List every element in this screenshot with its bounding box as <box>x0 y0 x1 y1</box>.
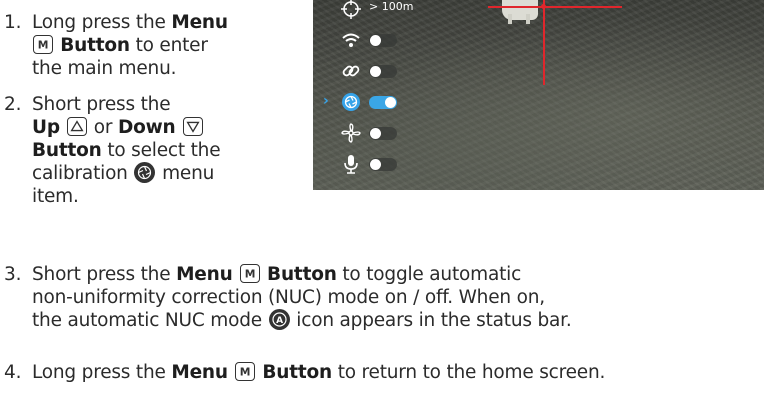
step-number: 4. <box>4 362 22 383</box>
fan-icon <box>340 122 362 144</box>
crosshair-horizontal <box>488 6 622 8</box>
menu-item-fan[interactable] <box>313 119 433 147</box>
step-text: to toggle automatic <box>336 264 522 285</box>
crosshair-vertical <box>543 0 545 85</box>
step-text: to enter <box>129 35 208 56</box>
auto-nuc-icon: A <box>268 309 290 330</box>
microphone-icon <box>340 153 362 175</box>
menu-word: Menu <box>171 12 228 33</box>
rangefinder-icon <box>340 0 362 20</box>
step-text: icon appears in the status bar. <box>290 310 572 331</box>
selection-chevron-icon: › <box>323 93 329 109</box>
button-word: Button <box>54 35 130 56</box>
step-text: the main menu. <box>32 58 177 79</box>
svg-text:M: M <box>38 39 49 52</box>
step-text: Short press the <box>32 264 177 285</box>
menu-item-link[interactable] <box>313 57 433 85</box>
device-screen: > 100m › <box>313 0 764 190</box>
svg-text:A: A <box>276 316 283 326</box>
step-text: the automatic NUC mode <box>32 310 268 331</box>
link-icon <box>340 60 362 82</box>
step-number: 2. <box>4 94 22 115</box>
button-word: Button <box>256 362 333 383</box>
down-key-icon <box>182 117 203 136</box>
up-word: Up <box>32 117 67 138</box>
step-text: to return to the home screen. <box>332 362 606 383</box>
step-text: Short press the <box>32 94 171 115</box>
calibration-icon <box>134 162 156 183</box>
fan-toggle[interactable] <box>369 127 397 140</box>
svg-text:M: M <box>245 268 256 281</box>
down-word: Down <box>118 117 182 138</box>
menu-item-microphone[interactable] <box>313 150 433 178</box>
svg-text:M: M <box>240 366 251 379</box>
menu-item-wifi[interactable] <box>313 26 433 54</box>
microphone-toggle[interactable] <box>369 158 397 171</box>
calibration-icon <box>340 91 362 113</box>
crosshair-center <box>541 4 546 9</box>
distance-label: > 100m <box>369 0 414 13</box>
wifi-icon <box>340 29 362 51</box>
wifi-toggle[interactable] <box>369 34 397 47</box>
step-text: or <box>88 117 118 138</box>
button-word: Button <box>32 140 102 161</box>
button-word: Button <box>260 264 337 285</box>
calibration-toggle[interactable] <box>369 96 397 109</box>
step-text: menu <box>156 163 215 184</box>
step-text: Long press the <box>32 362 172 383</box>
menu-key-icon: M <box>33 35 53 54</box>
menu-item-calibration[interactable]: › <box>313 88 433 116</box>
step-text: to select the <box>101 140 221 161</box>
step-text: calibration <box>32 163 134 184</box>
link-toggle[interactable] <box>369 65 397 78</box>
step-number: 3. <box>4 264 22 285</box>
step-number: 1. <box>4 12 22 33</box>
menu-word: Menu <box>171 362 235 383</box>
step-text: Long press the <box>32 12 172 33</box>
menu-word: Menu <box>176 264 239 285</box>
step-text: item. <box>32 186 79 207</box>
menu-item-rangefinder[interactable]: > 100m <box>313 0 433 23</box>
up-key-icon <box>67 117 88 136</box>
menu-key-icon: M <box>239 264 260 283</box>
menu-key-icon: M <box>235 362 256 381</box>
step-text: non-uniformity correction (NUC) mode on … <box>32 287 545 308</box>
animal-silhouette <box>502 0 538 24</box>
